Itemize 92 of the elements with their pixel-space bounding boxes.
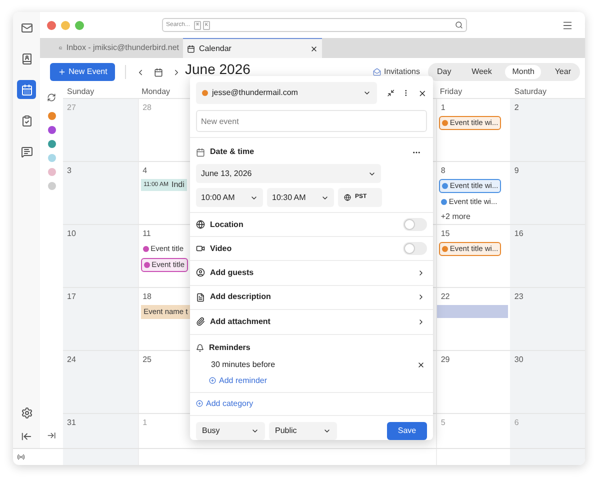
new-event-button[interactable]: New Event <box>50 63 115 81</box>
view-tab[interactable]: Day <box>430 65 458 79</box>
save-button[interactable]: Save <box>387 422 427 440</box>
signal-icon <box>17 453 25 461</box>
globe-icon <box>196 220 205 229</box>
menu-icon[interactable] <box>562 20 573 30</box>
collapse-icon[interactable] <box>21 431 32 442</box>
calendar-icon[interactable] <box>17 80 36 99</box>
reminder-text: 30 minutes before <box>211 358 276 370</box>
paperclip-icon <box>196 317 205 326</box>
add-option-row[interactable]: Add attachment <box>190 310 433 334</box>
expand-icon[interactable] <box>47 431 56 440</box>
person-icon <box>196 268 205 278</box>
remove-icon[interactable] <box>417 360 425 368</box>
view-tab[interactable]: Week <box>464 65 499 79</box>
day-number: 23 <box>513 291 524 303</box>
weekday-label: Sunday <box>67 86 94 98</box>
settings-icon[interactable] <box>20 407 32 419</box>
day-number: 16 <box>513 228 524 240</box>
day-number: 29 <box>440 354 451 366</box>
chevron-down-icon <box>362 89 370 97</box>
calendar-icon[interactable] <box>154 68 163 76</box>
calendar-select[interactable]: jesse@thundermail.com <box>196 82 376 104</box>
day-number: 31 <box>66 417 77 429</box>
plus-circle-icon <box>196 400 203 407</box>
date-select[interactable]: June 13, 2026 <box>196 164 381 183</box>
view-tab[interactable]: Year <box>548 65 578 79</box>
plus-icon <box>58 68 66 76</box>
refresh-icon[interactable] <box>47 93 56 102</box>
day-number: 15 <box>440 228 451 240</box>
inbox-icon <box>59 44 62 52</box>
end-time-select[interactable]: 10:30 AM <box>267 188 334 207</box>
add-option-row[interactable]: Add guests <box>190 261 433 286</box>
day-number: 28 <box>142 102 152 114</box>
tab[interactable]: Inbox - jmiksic@thunderbird.net <box>55 38 183 58</box>
day-number: 10 <box>66 228 77 240</box>
busy-select[interactable]: Busy <box>196 422 265 440</box>
day-number: 3 <box>66 165 72 177</box>
envelope-icon[interactable] <box>372 68 381 76</box>
close-icon[interactable] <box>418 88 427 98</box>
document-icon <box>196 292 205 302</box>
chevron-right-icon <box>417 293 425 302</box>
day-number: 22 <box>440 291 451 303</box>
calendar-icon <box>187 44 195 52</box>
previous-icon[interactable] <box>136 68 145 76</box>
add-category-link[interactable]: Add category <box>196 398 254 410</box>
option-label: Video <box>210 242 232 254</box>
add-option-row[interactable]: Add description <box>190 286 433 310</box>
day-number: 9 <box>513 165 520 177</box>
day-number: 4 <box>142 165 148 177</box>
close-icon[interactable] <box>310 44 318 52</box>
day-number: 27 <box>66 102 77 114</box>
section-heading: Date & time <box>210 146 254 158</box>
chevron-right-icon <box>417 318 425 326</box>
bell-icon <box>196 344 204 352</box>
toggle-switch[interactable] <box>403 242 427 255</box>
calendar-icon <box>196 148 205 156</box>
day-number: 30 <box>513 354 524 366</box>
more-events-link[interactable]: +2 more <box>438 211 472 224</box>
day-number: 6 <box>513 417 520 429</box>
start-time-select[interactable]: 10:00 AM <box>196 188 263 207</box>
day-number: 24 <box>66 354 77 366</box>
add-reminder-link[interactable]: Add reminder <box>209 374 268 386</box>
next-icon[interactable] <box>172 68 181 76</box>
month-title: June 2026 <box>185 62 250 76</box>
day-number: 1 <box>142 417 148 429</box>
day-number: 11 <box>142 228 152 240</box>
day-number: 25 <box>142 354 152 366</box>
weekday-label: Friday <box>440 86 462 98</box>
section-heading: Reminders <box>209 342 250 354</box>
day-number: 17 <box>66 291 77 303</box>
video-camera-icon <box>196 244 205 253</box>
day-number: 5 <box>440 417 446 429</box>
close-window-icon[interactable] <box>47 20 56 30</box>
weekday-label: Saturday <box>514 86 546 98</box>
plus-circle-icon <box>209 377 216 384</box>
view-tab[interactable]: Month <box>505 65 542 79</box>
chevron-right-icon <box>417 268 425 277</box>
day-number: 1 <box>440 102 446 114</box>
day-number: 8 <box>440 165 446 177</box>
day-number: 18 <box>142 291 152 303</box>
search-icon[interactable] <box>455 21 463 29</box>
weekday-label: Monday <box>142 86 170 98</box>
event-title-field[interactable]: New event <box>196 110 427 132</box>
day-number: 2 <box>513 102 520 114</box>
visibility-select[interactable]: Public <box>269 422 337 440</box>
tab[interactable]: Calendar <box>183 38 322 58</box>
collapse-arrows-icon[interactable] <box>386 89 394 97</box>
toggle-switch[interactable] <box>403 218 427 231</box>
invitations-link[interactable]: Invitations <box>384 66 420 78</box>
globe-icon <box>344 194 351 201</box>
option-label: Location <box>210 218 244 230</box>
